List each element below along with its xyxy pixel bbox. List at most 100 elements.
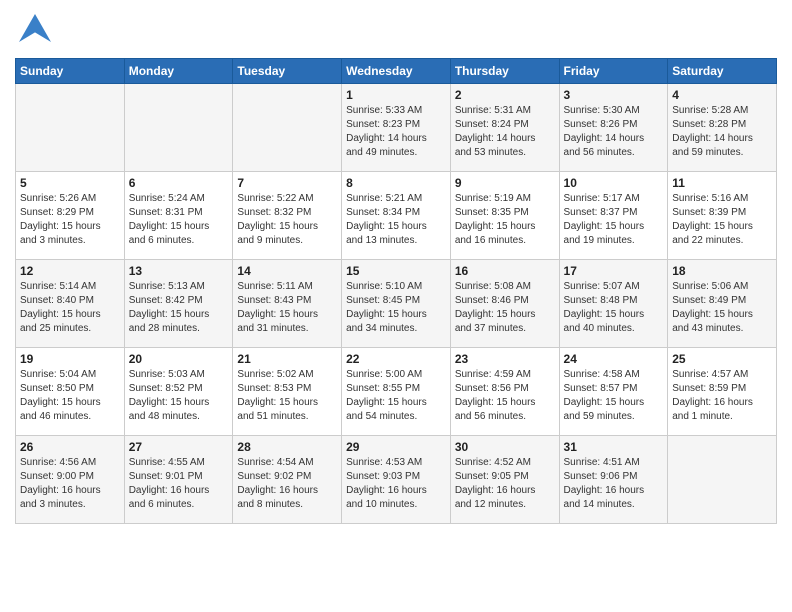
calendar-cell: 16 Sunrise: 5:08 AM Sunset: 8:46 PM Dayli… bbox=[450, 260, 559, 348]
header-friday: Friday bbox=[559, 59, 668, 84]
day-content: Sunrise: 5:24 AM Sunset: 8:31 PM Dayligh… bbox=[129, 192, 229, 248]
calendar-cell: 8 Sunrise: 5:21 AM Sunset: 8:34 PM Daylig… bbox=[342, 172, 451, 260]
day-number: 5 bbox=[20, 176, 120, 190]
day-number: 8 bbox=[346, 176, 446, 190]
calendar-table: SundayMondayTuesdayWednesdayThursdayFrid… bbox=[15, 58, 777, 524]
day-number: 26 bbox=[20, 440, 120, 454]
header-wednesday: Wednesday bbox=[342, 59, 451, 84]
calendar-cell: 17 Sunrise: 5:07 AM Sunset: 8:48 PM Dayli… bbox=[559, 260, 668, 348]
day-content: Sunrise: 5:19 AM Sunset: 8:35 PM Dayligh… bbox=[455, 192, 555, 248]
day-content: Sunrise: 4:53 AM Sunset: 9:03 PM Dayligh… bbox=[346, 456, 446, 512]
day-content: Sunrise: 4:56 AM Sunset: 9:00 PM Dayligh… bbox=[20, 456, 120, 512]
day-number: 12 bbox=[20, 264, 120, 278]
day-number: 31 bbox=[564, 440, 664, 454]
calendar-cell: 11 Sunrise: 5:16 AM Sunset: 8:39 PM Dayli… bbox=[668, 172, 777, 260]
day-number: 24 bbox=[564, 352, 664, 366]
day-content: Sunrise: 5:30 AM Sunset: 8:26 PM Dayligh… bbox=[564, 104, 664, 160]
calendar-cell: 28Sunrise: 4:54 AM Sunset: 9:02 PM Dayli… bbox=[233, 436, 342, 524]
day-number: 3 bbox=[564, 88, 664, 102]
day-number: 16 bbox=[455, 264, 555, 278]
day-content: Sunrise: 4:58 AM Sunset: 8:57 PM Dayligh… bbox=[564, 368, 664, 424]
calendar-body: 1 Sunrise: 5:33 AM Sunset: 8:23 PM Daylig… bbox=[16, 84, 777, 524]
day-content: Sunrise: 5:14 AM Sunset: 8:40 PM Dayligh… bbox=[20, 280, 120, 336]
day-content: Sunrise: 5:28 AM Sunset: 8:28 PM Dayligh… bbox=[672, 104, 772, 160]
calendar-cell: 27Sunrise: 4:55 AM Sunset: 9:01 PM Dayli… bbox=[124, 436, 233, 524]
calendar-cell: 2 Sunrise: 5:31 AM Sunset: 8:24 PM Daylig… bbox=[450, 84, 559, 172]
day-content: Sunrise: 5:26 AM Sunset: 8:29 PM Dayligh… bbox=[20, 192, 120, 248]
day-content: Sunrise: 4:59 AM Sunset: 8:56 PM Dayligh… bbox=[455, 368, 555, 424]
day-number: 27 bbox=[129, 440, 229, 454]
week-row-4: 19Sunrise: 5:04 AM Sunset: 8:50 PM Dayli… bbox=[16, 348, 777, 436]
calendar-cell: 22 Sunrise: 5:00 AM Sunset: 8:55 PM Dayli… bbox=[342, 348, 451, 436]
day-content: Sunrise: 5:02 AM Sunset: 8:53 PM Dayligh… bbox=[237, 368, 337, 424]
calendar-cell: 7Sunrise: 5:22 AM Sunset: 8:32 PM Daylig… bbox=[233, 172, 342, 260]
logo-icon bbox=[15, 10, 55, 50]
day-content: Sunrise: 4:57 AM Sunset: 8:59 PM Dayligh… bbox=[672, 368, 772, 424]
day-content: Sunrise: 5:13 AM Sunset: 8:42 PM Dayligh… bbox=[129, 280, 229, 336]
day-number: 23 bbox=[455, 352, 555, 366]
calendar-cell bbox=[233, 84, 342, 172]
calendar-cell: 21 Sunrise: 5:02 AM Sunset: 8:53 PM Dayli… bbox=[233, 348, 342, 436]
day-number: 6 bbox=[129, 176, 229, 190]
header-thursday: Thursday bbox=[450, 59, 559, 84]
calendar-cell: 3 Sunrise: 5:30 AM Sunset: 8:26 PM Daylig… bbox=[559, 84, 668, 172]
day-content: Sunrise: 5:07 AM Sunset: 8:48 PM Dayligh… bbox=[564, 280, 664, 336]
day-number: 22 bbox=[346, 352, 446, 366]
header-tuesday: Tuesday bbox=[233, 59, 342, 84]
calendar-cell: 24 Sunrise: 4:58 AM Sunset: 8:57 PM Dayli… bbox=[559, 348, 668, 436]
calendar-cell: 12 Sunrise: 5:14 AM Sunset: 8:40 PM Dayli… bbox=[16, 260, 125, 348]
day-number: 9 bbox=[455, 176, 555, 190]
header-sunday: Sunday bbox=[16, 59, 125, 84]
calendar-cell: 30 Sunrise: 4:52 AM Sunset: 9:05 PM Dayli… bbox=[450, 436, 559, 524]
day-number: 21 bbox=[237, 352, 337, 366]
day-content: Sunrise: 5:33 AM Sunset: 8:23 PM Dayligh… bbox=[346, 104, 446, 160]
day-content: Sunrise: 5:11 AM Sunset: 8:43 PM Dayligh… bbox=[237, 280, 337, 336]
calendar-cell: 25 Sunrise: 4:57 AM Sunset: 8:59 PM Dayli… bbox=[668, 348, 777, 436]
week-row-3: 12 Sunrise: 5:14 AM Sunset: 8:40 PM Dayli… bbox=[16, 260, 777, 348]
day-content: Sunrise: 5:17 AM Sunset: 8:37 PM Dayligh… bbox=[564, 192, 664, 248]
day-number: 20 bbox=[129, 352, 229, 366]
calendar-cell bbox=[124, 84, 233, 172]
calendar-cell: 29Sunrise: 4:53 AM Sunset: 9:03 PM Dayli… bbox=[342, 436, 451, 524]
day-content: Sunrise: 5:31 AM Sunset: 8:24 PM Dayligh… bbox=[455, 104, 555, 160]
day-number: 4 bbox=[672, 88, 772, 102]
day-number: 18 bbox=[672, 264, 772, 278]
day-number: 1 bbox=[346, 88, 446, 102]
day-number: 14 bbox=[237, 264, 337, 278]
day-content: Sunrise: 4:52 AM Sunset: 9:05 PM Dayligh… bbox=[455, 456, 555, 512]
calendar-cell: 9 Sunrise: 5:19 AM Sunset: 8:35 PM Daylig… bbox=[450, 172, 559, 260]
day-content: Sunrise: 5:00 AM Sunset: 8:55 PM Dayligh… bbox=[346, 368, 446, 424]
calendar-cell: 4 Sunrise: 5:28 AM Sunset: 8:28 PM Daylig… bbox=[668, 84, 777, 172]
day-content: Sunrise: 5:10 AM Sunset: 8:45 PM Dayligh… bbox=[346, 280, 446, 336]
header-monday: Monday bbox=[124, 59, 233, 84]
calendar-cell: 6 Sunrise: 5:24 AM Sunset: 8:31 PM Daylig… bbox=[124, 172, 233, 260]
calendar-cell: 14 Sunrise: 5:11 AM Sunset: 8:43 PM Dayli… bbox=[233, 260, 342, 348]
week-row-5: 26 Sunrise: 4:56 AM Sunset: 9:00 PM Dayli… bbox=[16, 436, 777, 524]
calendar-cell bbox=[668, 436, 777, 524]
logo bbox=[15, 10, 59, 50]
calendar-cell: 26 Sunrise: 4:56 AM Sunset: 9:00 PM Dayli… bbox=[16, 436, 125, 524]
day-number: 28 bbox=[237, 440, 337, 454]
day-number: 25 bbox=[672, 352, 772, 366]
page-header bbox=[15, 10, 777, 50]
day-content: Sunrise: 4:51 AM Sunset: 9:06 PM Dayligh… bbox=[564, 456, 664, 512]
day-content: Sunrise: 5:16 AM Sunset: 8:39 PM Dayligh… bbox=[672, 192, 772, 248]
day-number: 11 bbox=[672, 176, 772, 190]
header-saturday: Saturday bbox=[668, 59, 777, 84]
day-content: Sunrise: 5:03 AM Sunset: 8:52 PM Dayligh… bbox=[129, 368, 229, 424]
day-content: Sunrise: 5:22 AM Sunset: 8:32 PM Dayligh… bbox=[237, 192, 337, 248]
week-row-2: 5 Sunrise: 5:26 AM Sunset: 8:29 PM Daylig… bbox=[16, 172, 777, 260]
day-number: 30 bbox=[455, 440, 555, 454]
calendar-cell: 18Sunrise: 5:06 AM Sunset: 8:49 PM Dayli… bbox=[668, 260, 777, 348]
calendar-cell: 20 Sunrise: 5:03 AM Sunset: 8:52 PM Dayli… bbox=[124, 348, 233, 436]
day-number: 15 bbox=[346, 264, 446, 278]
day-content: Sunrise: 5:21 AM Sunset: 8:34 PM Dayligh… bbox=[346, 192, 446, 248]
calendar-header-row: SundayMondayTuesdayWednesdayThursdayFrid… bbox=[16, 59, 777, 84]
calendar-cell: 10Sunrise: 5:17 AM Sunset: 8:37 PM Dayli… bbox=[559, 172, 668, 260]
calendar-cell: 5 Sunrise: 5:26 AM Sunset: 8:29 PM Daylig… bbox=[16, 172, 125, 260]
day-number: 2 bbox=[455, 88, 555, 102]
calendar-cell: 13Sunrise: 5:13 AM Sunset: 8:42 PM Dayli… bbox=[124, 260, 233, 348]
calendar-cell: 1 Sunrise: 5:33 AM Sunset: 8:23 PM Daylig… bbox=[342, 84, 451, 172]
day-content: Sunrise: 5:08 AM Sunset: 8:46 PM Dayligh… bbox=[455, 280, 555, 336]
day-number: 17 bbox=[564, 264, 664, 278]
